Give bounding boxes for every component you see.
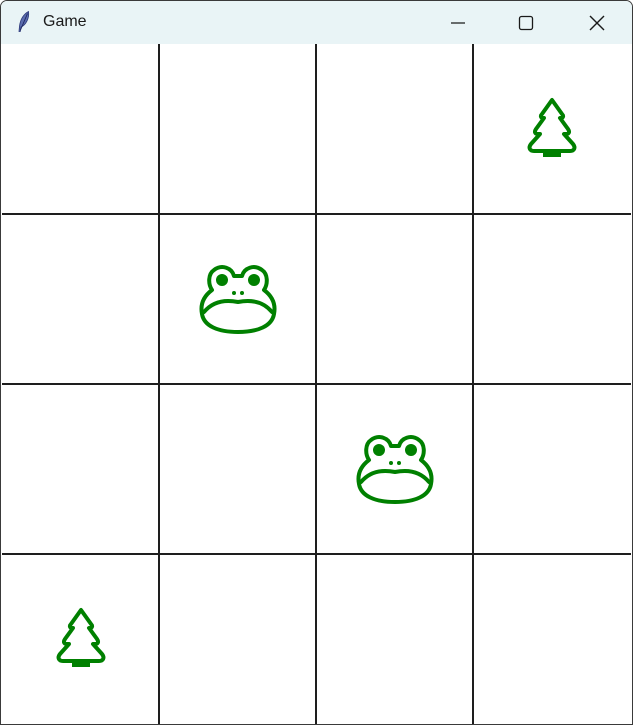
game-board: [2, 44, 631, 724]
board-cell-r1-c4[interactable]: [473, 44, 631, 214]
board-cell-r1-c3[interactable]: [316, 44, 473, 214]
board-cell-r3-c4[interactable]: [473, 384, 631, 554]
grid-line-horizontal: [2, 383, 631, 385]
grid-line-horizontal: [2, 553, 631, 555]
board-cell-r1-c2[interactable]: [159, 44, 316, 214]
board-cell-r3-c2[interactable]: [159, 384, 316, 554]
minimize-icon: [450, 15, 466, 31]
close-button[interactable]: [562, 1, 632, 44]
tree-icon: [55, 607, 107, 671]
tree-icon: [526, 97, 578, 161]
board-cell-r2-c2[interactable]: [159, 214, 316, 384]
board-cell-r2-c4[interactable]: [473, 214, 631, 384]
maximize-button[interactable]: [491, 1, 561, 44]
board-cell-r2-c1[interactable]: [2, 214, 159, 384]
board-cell-r3-c3[interactable]: [316, 384, 473, 554]
board-cell-r3-c1[interactable]: [2, 384, 159, 554]
frog-icon: [355, 432, 435, 506]
close-icon: [588, 14, 606, 32]
board-cell-r4-c4[interactable]: [473, 554, 631, 724]
board-cell-r4-c2[interactable]: [159, 554, 316, 724]
window-title: Game: [43, 13, 87, 30]
grid-line-horizontal: [2, 213, 631, 215]
board-cell-r4-c3[interactable]: [316, 554, 473, 724]
maximize-icon: [518, 15, 534, 31]
game-window: Game: [0, 0, 633, 725]
board-cell-r2-c3[interactable]: [316, 214, 473, 384]
frog-icon: [198, 262, 278, 336]
board-cell-r1-c1[interactable]: [2, 44, 159, 214]
title-bar[interactable]: Game: [1, 1, 632, 44]
feather-icon: [15, 10, 33, 34]
minimize-button[interactable]: [423, 1, 493, 44]
board-cell-r4-c1[interactable]: [2, 554, 159, 724]
